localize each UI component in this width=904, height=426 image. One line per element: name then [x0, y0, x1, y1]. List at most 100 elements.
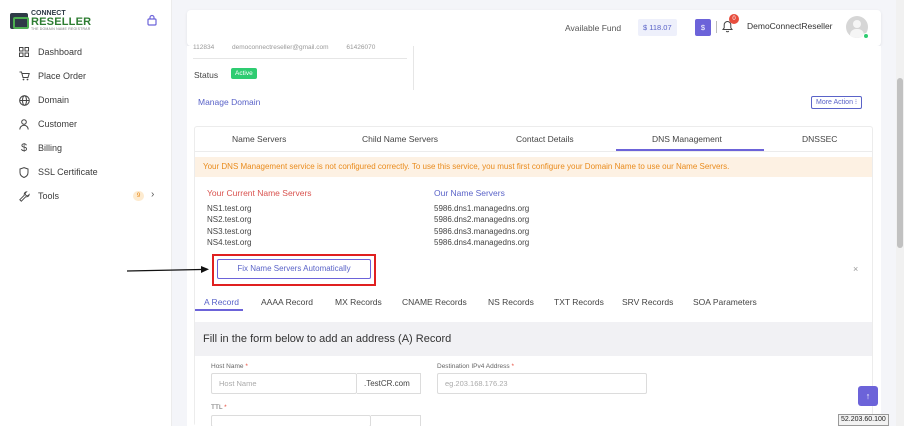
list-item: 5986.dns1.managedns.org — [434, 204, 530, 213]
annotation-arrow-icon — [126, 266, 209, 278]
chevron-right-icon[interactable]: › — [151, 189, 154, 200]
more-action-button[interactable]: More Action ⁝ — [811, 96, 863, 109]
sidebar-item-label: Domain — [38, 95, 70, 105]
active-tab-indicator — [616, 149, 764, 151]
our-ns-list: 5986.dns1.managedns.org 5986.dns2.manage… — [434, 203, 529, 248]
current-ns-heading: Your Current Name Servers — [207, 188, 312, 198]
sidebar-item-label: Dashboard — [38, 47, 83, 57]
sidebar-item-label: Billing — [38, 143, 63, 153]
ip-address-badge: 52.203.60.100 — [838, 414, 889, 426]
host-name-label: Host Name * — [211, 363, 248, 370]
tools-count-badge: 9 — [133, 191, 144, 201]
dns-warning-alert: Your DNS Management service is not confi… — [195, 157, 872, 177]
dollar-icon: $ — [20, 142, 28, 154]
record-tabs: A Record AAAA Record MX Records CNAME Re… — [195, 297, 872, 312]
tab-cname-records[interactable]: CNAME Records — [402, 297, 467, 307]
header-divider — [716, 21, 717, 33]
form-title: Fill in the form below to add an address… — [203, 333, 452, 345]
sidebar-item-place-order[interactable]: Place Order — [0, 64, 172, 88]
shield-icon — [18, 166, 30, 178]
destination-ip-label-text: Destination IPv4 Address — [437, 363, 510, 370]
scroll-to-top-button[interactable]: ↑ — [858, 386, 878, 406]
tab-aaaa-record[interactable]: AAAA Record — [261, 297, 313, 307]
manage-domain-title: Manage Domain — [198, 97, 261, 107]
form-body: Host Name * Host Name .TestCR.com Destin… — [195, 356, 872, 426]
online-status-dot — [863, 33, 869, 39]
destination-ip-label: Destination IPv4 Address * — [437, 363, 514, 370]
tab-srv-records[interactable]: SRV Records — [622, 297, 673, 307]
info-column-divider — [413, 46, 414, 90]
domain-id: 112834 — [193, 44, 215, 51]
lock-icon[interactable] — [147, 14, 157, 28]
list-item: 5986.dns2.managedns.org — [434, 215, 530, 225]
sidebar-item-customer[interactable]: Customer — [0, 112, 172, 136]
list-item: 5986.dns4.managedns.org — [434, 237, 530, 247]
required-mark: * — [224, 404, 227, 411]
host-name-input[interactable]: Host Name — [211, 373, 357, 394]
current-ns-list: NS1.test.org NS2.test.org NS3.test.org N… — [207, 203, 251, 248]
tab-child-name-servers[interactable]: Child Name Servers — [362, 134, 438, 144]
tab-soa-parameters[interactable]: SOA Parameters — [693, 297, 757, 307]
sidebar-item-dashboard[interactable]: Dashboard — [0, 40, 172, 64]
tab-dnssec[interactable]: DNSSEC — [802, 134, 837, 144]
info-divider — [193, 58, 407, 59]
grid-icon — [18, 46, 30, 58]
form-header: Fill in the form below to add an address… — [195, 322, 872, 356]
sidebar-item-label: Tools — [38, 191, 60, 201]
list-item: NS1.test.org — [207, 204, 252, 213]
user-name[interactable]: DemoConnectReseller — [747, 21, 833, 31]
tab-mx-records[interactable]: MX Records — [335, 297, 382, 307]
host-suffix: .TestCR.com — [357, 373, 421, 394]
wrench-icon — [18, 190, 30, 202]
available-fund-value: $ 118.07 — [638, 19, 677, 36]
ttl-label: TTL * — [211, 404, 227, 411]
sidebar-item-tools[interactable]: Tools 9 › — [0, 184, 172, 208]
logo[interactable]: CONNECT RESELLER THE DOMAIN NAME REGISTR… — [10, 10, 91, 32]
add-fund-button[interactable]: $ — [695, 19, 711, 36]
tab-dns-management[interactable]: DNS Management — [652, 134, 722, 144]
tab-txt-records[interactable]: TXT Records — [554, 297, 604, 307]
required-mark: * — [245, 363, 248, 370]
list-item: NS4.test.org — [207, 237, 252, 247]
sidebar-nav: Dashboard Place Order Domain Customer $ … — [0, 40, 172, 208]
sidebar-item-ssl-certificate[interactable]: SSL Certificate — [0, 160, 172, 184]
ttl-input[interactable] — [211, 415, 371, 426]
logo-text: CONNECT RESELLER THE DOMAIN NAME REGISTR… — [31, 10, 91, 32]
globe-icon — [18, 94, 30, 106]
top-header: Available Fund $ 118.07 $ 0 DemoConnectR… — [187, 10, 881, 46]
sidebar-item-billing[interactable]: $ Billing — [0, 136, 172, 160]
tab-a-record[interactable]: A Record — [204, 297, 239, 307]
logo-mark-icon — [10, 12, 29, 29]
tab-contact-details[interactable]: Contact Details — [516, 134, 574, 144]
fix-name-servers-button[interactable]: Fix Name Servers Automatically — [217, 259, 371, 279]
notification-count-badge: 0 — [729, 14, 739, 24]
list-item: 5986.dns3.managedns.org — [434, 226, 530, 236]
cart-icon — [18, 70, 30, 82]
active-record-tab-indicator — [195, 309, 243, 311]
ttl-unit[interactable] — [371, 415, 421, 426]
sidebar-item-domain[interactable]: Domain — [0, 88, 172, 112]
ttl-label-text: TTL — [211, 404, 223, 411]
user-icon — [18, 118, 30, 130]
domain-phone: 61426070 — [346, 44, 376, 51]
required-mark: * — [511, 363, 514, 370]
domain-email: democonnectreseller@gmail.com — [232, 44, 329, 51]
logo-sub: THE DOMAIN NAME REGISTRAR — [31, 27, 91, 31]
sidebar-item-label: Customer — [38, 119, 78, 129]
close-icon[interactable]: × — [853, 264, 858, 274]
sidebar-item-label: SSL Certificate — [38, 167, 98, 177]
status-badge: Active — [231, 68, 257, 79]
domain-info-line: 112834 democonnectreseller@gmail.com 614… — [193, 44, 391, 51]
available-fund-label: Available Fund — [565, 23, 622, 33]
list-item: NS2.test.org — [207, 215, 252, 225]
domain-tabs: Name Servers Child Name Servers Contact … — [195, 127, 872, 152]
sidebar-item-label: Place Order — [38, 71, 87, 81]
main-content: 112834 democonnectreseller@gmail.com 614… — [187, 44, 881, 426]
manage-domain-card: Name Servers Child Name Servers Contact … — [194, 126, 873, 426]
destination-ip-input[interactable]: eg.203.168.176.23 — [437, 373, 647, 394]
tab-name-servers[interactable]: Name Servers — [232, 134, 286, 144]
list-item: NS3.test.org — [207, 226, 252, 236]
sidebar: CONNECT RESELLER THE DOMAIN NAME REGISTR… — [0, 0, 172, 426]
scrollbar-thumb[interactable] — [897, 78, 903, 248]
tab-ns-records[interactable]: NS Records — [488, 297, 534, 307]
